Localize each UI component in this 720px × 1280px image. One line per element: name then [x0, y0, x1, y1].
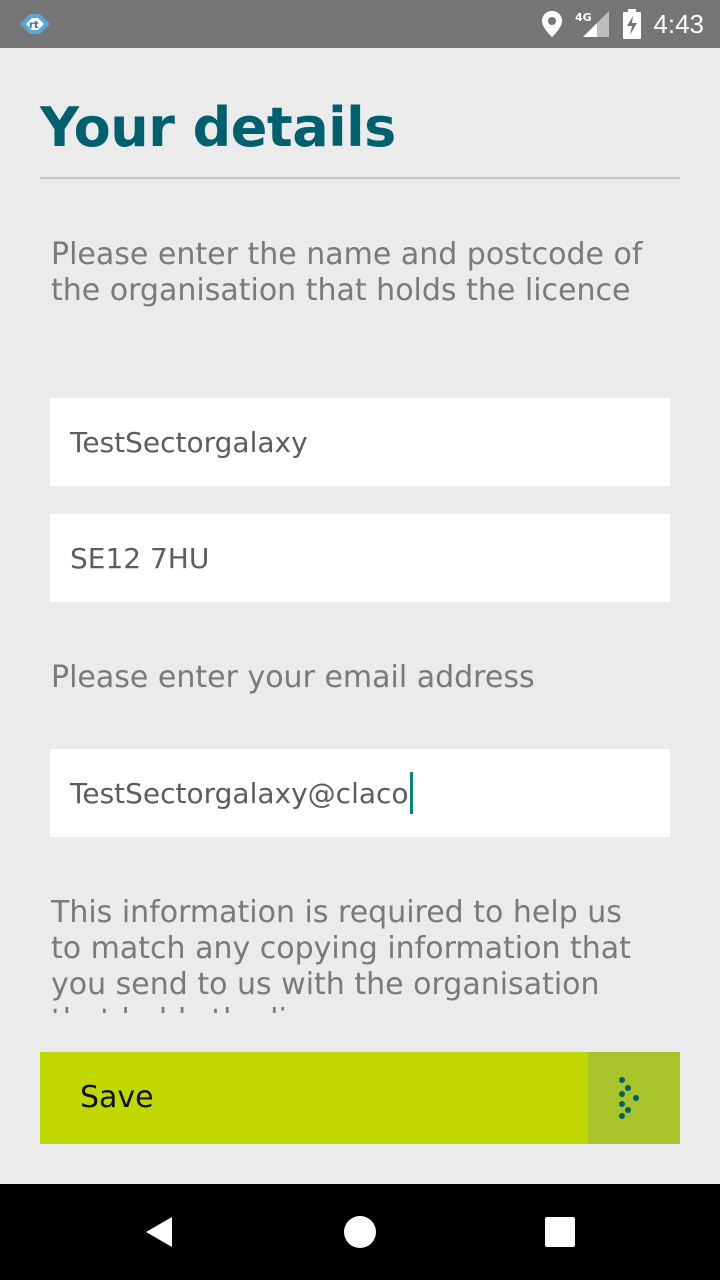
location-icon: [541, 10, 563, 38]
back-icon[interactable]: [136, 1208, 184, 1256]
status-time: 4:43: [653, 8, 704, 39]
text-cursor: [409, 772, 413, 814]
postcode-value: SE12 7HU: [70, 541, 210, 575]
svg-text:rt: rt: [29, 20, 39, 31]
status-bar: rt 4G 4:43: [0, 0, 720, 48]
navigation-bar: [0, 1184, 720, 1280]
email-prompt: Please enter your email address: [51, 660, 535, 695]
organisation-name-field[interactable]: TestSectorgalaxy: [50, 398, 670, 486]
info-text: This information is required to help us …: [51, 895, 631, 1013]
save-label: Save: [80, 1080, 154, 1115]
organisation-name-value: TestSectorgalaxy: [70, 425, 308, 459]
home-icon[interactable]: [336, 1208, 384, 1256]
app-notification-icon: rt: [16, 10, 54, 38]
page-title: Your details: [40, 96, 396, 159]
email-value: TestSectorgalaxy@claco: [70, 776, 409, 810]
battery-charging-icon: [623, 9, 642, 39]
recents-icon[interactable]: [536, 1208, 584, 1256]
postcode-field[interactable]: SE12 7HU: [50, 514, 670, 602]
signal-icon: 4G: [575, 9, 611, 39]
intro-text: Please enter the name and postcode of th…: [51, 237, 643, 308]
save-button[interactable]: Save: [40, 1052, 680, 1144]
email-field[interactable]: TestSectorgalaxy@claco: [50, 749, 670, 837]
title-divider: [40, 177, 680, 179]
dotted-arrow-icon[interactable]: [588, 1052, 680, 1144]
network-type-label: 4G: [575, 11, 592, 24]
